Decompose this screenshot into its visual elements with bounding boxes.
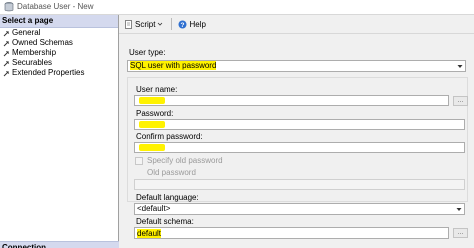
page-item-extended-properties[interactable]: Extended Properties <box>0 68 118 78</box>
database-icon <box>4 2 14 14</box>
title-bar: Database User - New <box>0 0 474 15</box>
confirm-password-label: Confirm password: <box>136 132 203 141</box>
user-type-value: SQL user with password <box>130 61 217 70</box>
wrench-icon <box>3 40 10 46</box>
old-password-label: Old password <box>147 168 196 177</box>
default-schema-field[interactable]: default <box>134 227 449 239</box>
password-field[interactable] <box>134 119 465 130</box>
page-item-label: Membership <box>12 48 57 57</box>
user-type-label: User type: <box>129 48 166 57</box>
specify-old-password-checkbox[interactable] <box>135 157 143 165</box>
page-selector-pane: Select a page General Owned Schemas Memb… <box>0 15 120 248</box>
wrench-icon <box>3 30 10 36</box>
user-name-field[interactable] <box>134 95 449 106</box>
default-schema-browse-button[interactable]: ... <box>453 228 468 238</box>
toolbar: Script ? Help <box>119 15 474 34</box>
wrench-icon <box>3 70 10 76</box>
redaction-highlight <box>139 121 165 128</box>
default-language-select[interactable]: <default> <box>134 203 465 215</box>
page-item-owned-schemas[interactable]: Owned Schemas <box>0 38 118 48</box>
page-item-general[interactable]: General <box>0 28 118 38</box>
default-language-label: Default language: <box>136 193 199 202</box>
help-label: Help <box>189 19 206 29</box>
redaction-highlight <box>139 97 165 104</box>
page-item-securables[interactable]: Securables <box>0 58 118 68</box>
chevron-down-icon <box>158 22 163 26</box>
user-name-browse-button[interactable]: ... <box>453 96 468 106</box>
confirm-password-field[interactable] <box>134 142 465 153</box>
toolbar-divider <box>171 18 173 30</box>
chevron-down-icon <box>454 204 464 214</box>
specify-old-password-label: Specify old password <box>147 156 223 165</box>
help-button[interactable]: ? Help <box>176 17 207 31</box>
wrench-icon <box>3 60 10 66</box>
default-schema-label: Default schema: <box>136 217 194 226</box>
wrench-icon <box>3 50 10 56</box>
script-button[interactable]: Script <box>123 17 167 31</box>
window-title: Database User - New <box>17 2 94 11</box>
user-type-select[interactable]: SQL user with password <box>127 60 466 72</box>
page-item-label: Extended Properties <box>12 68 85 77</box>
page-item-membership[interactable]: Membership <box>0 48 118 58</box>
select-page-header: Select a page <box>0 15 118 28</box>
general-page: Script ? Help User type: SQL user with p… <box>119 15 474 248</box>
old-password-field <box>134 179 465 190</box>
redaction-highlight <box>139 144 165 151</box>
default-language-value: <default> <box>137 204 171 213</box>
connection-header: Connection <box>0 241 120 248</box>
password-label: Password: <box>136 109 174 118</box>
chevron-down-icon <box>455 61 465 71</box>
page-item-label: Securables <box>12 58 53 67</box>
script-label: Script <box>135 19 156 29</box>
page-item-label: General <box>12 28 41 37</box>
svg-text:?: ? <box>181 22 185 29</box>
page-item-label: Owned Schemas <box>12 38 73 47</box>
help-icon: ? <box>178 20 187 29</box>
default-schema-value: default <box>137 229 162 238</box>
script-icon <box>125 19 132 29</box>
user-name-label: User name: <box>136 85 178 94</box>
